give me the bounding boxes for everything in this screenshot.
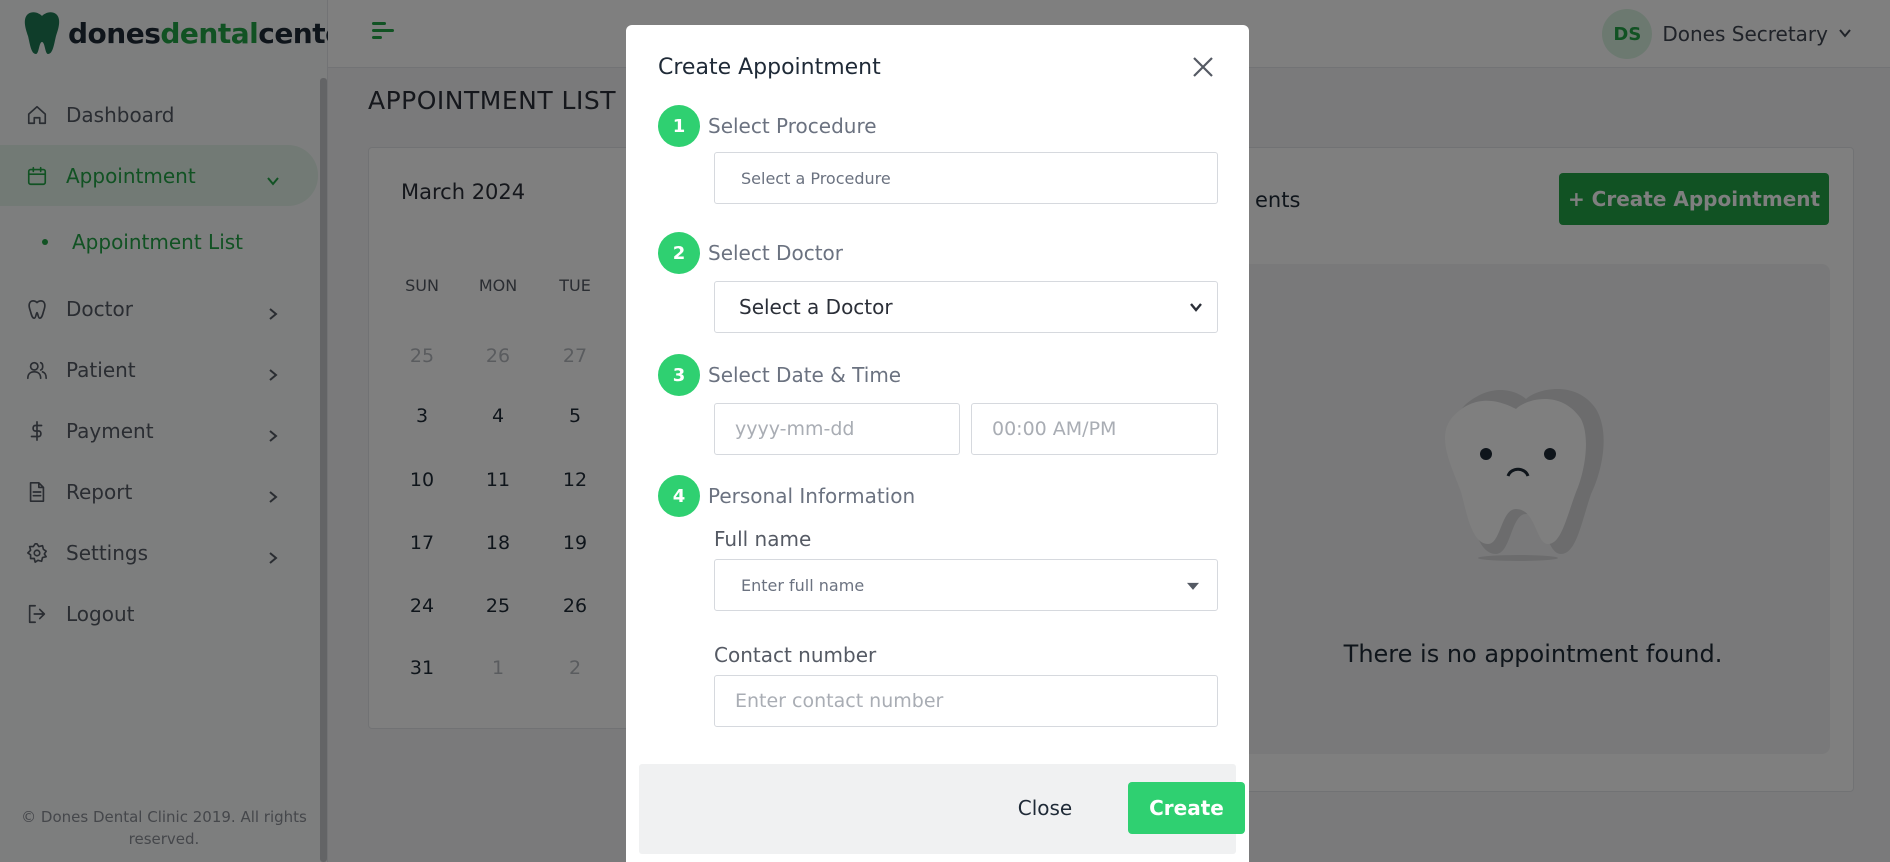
fullname-label: Full name xyxy=(714,527,812,551)
step-procedure: 1 Select Procedure xyxy=(658,105,877,147)
create-appointment-modal: Create Appointment 1 Select Procedure Se… xyxy=(626,25,1249,862)
procedure-placeholder: Select a Procedure xyxy=(741,168,891,188)
close-icon[interactable] xyxy=(1191,55,1215,79)
date-input[interactable]: yyyy-mm-dd xyxy=(714,403,960,455)
fullname-placeholder: Enter full name xyxy=(741,575,865,595)
procedure-select[interactable]: Select a Procedure xyxy=(714,152,1218,204)
chevron-down-icon xyxy=(1189,295,1203,319)
time-placeholder: 00:00 AM/PM xyxy=(992,418,1117,440)
contact-placeholder: Enter contact number xyxy=(735,690,944,712)
doctor-select[interactable]: Select a Doctor xyxy=(714,281,1218,333)
step-date-time: 3 Select Date & Time xyxy=(658,354,901,396)
step-number: 1 xyxy=(658,105,700,147)
step-label: Personal Information xyxy=(708,484,916,508)
step-label: Select Date & Time xyxy=(708,363,902,387)
modal-footer: Close Create xyxy=(639,764,1245,854)
step-number: 3 xyxy=(658,354,700,396)
step-number: 2 xyxy=(658,232,700,274)
modal-title: Create Appointment xyxy=(658,55,881,80)
step-number: 4 xyxy=(658,475,700,517)
create-button[interactable]: Create xyxy=(1128,782,1245,834)
step-doctor: 2 Select Doctor xyxy=(658,232,843,274)
contact-input[interactable]: Enter contact number xyxy=(714,675,1218,727)
close-button[interactable]: Close xyxy=(993,782,1097,834)
step-label: Select Doctor xyxy=(708,241,843,265)
dropdown-caret-icon xyxy=(1187,582,1199,590)
fullname-combobox[interactable]: Enter full name xyxy=(714,559,1218,611)
doctor-selected-value: Select a Doctor xyxy=(739,295,893,319)
step-personal-info: 4 Personal Information xyxy=(658,475,915,517)
step-label: Select Procedure xyxy=(708,114,877,138)
date-placeholder: yyyy-mm-dd xyxy=(735,418,855,440)
contact-label: Contact number xyxy=(714,643,877,667)
time-input[interactable]: 00:00 AM/PM xyxy=(971,403,1218,455)
